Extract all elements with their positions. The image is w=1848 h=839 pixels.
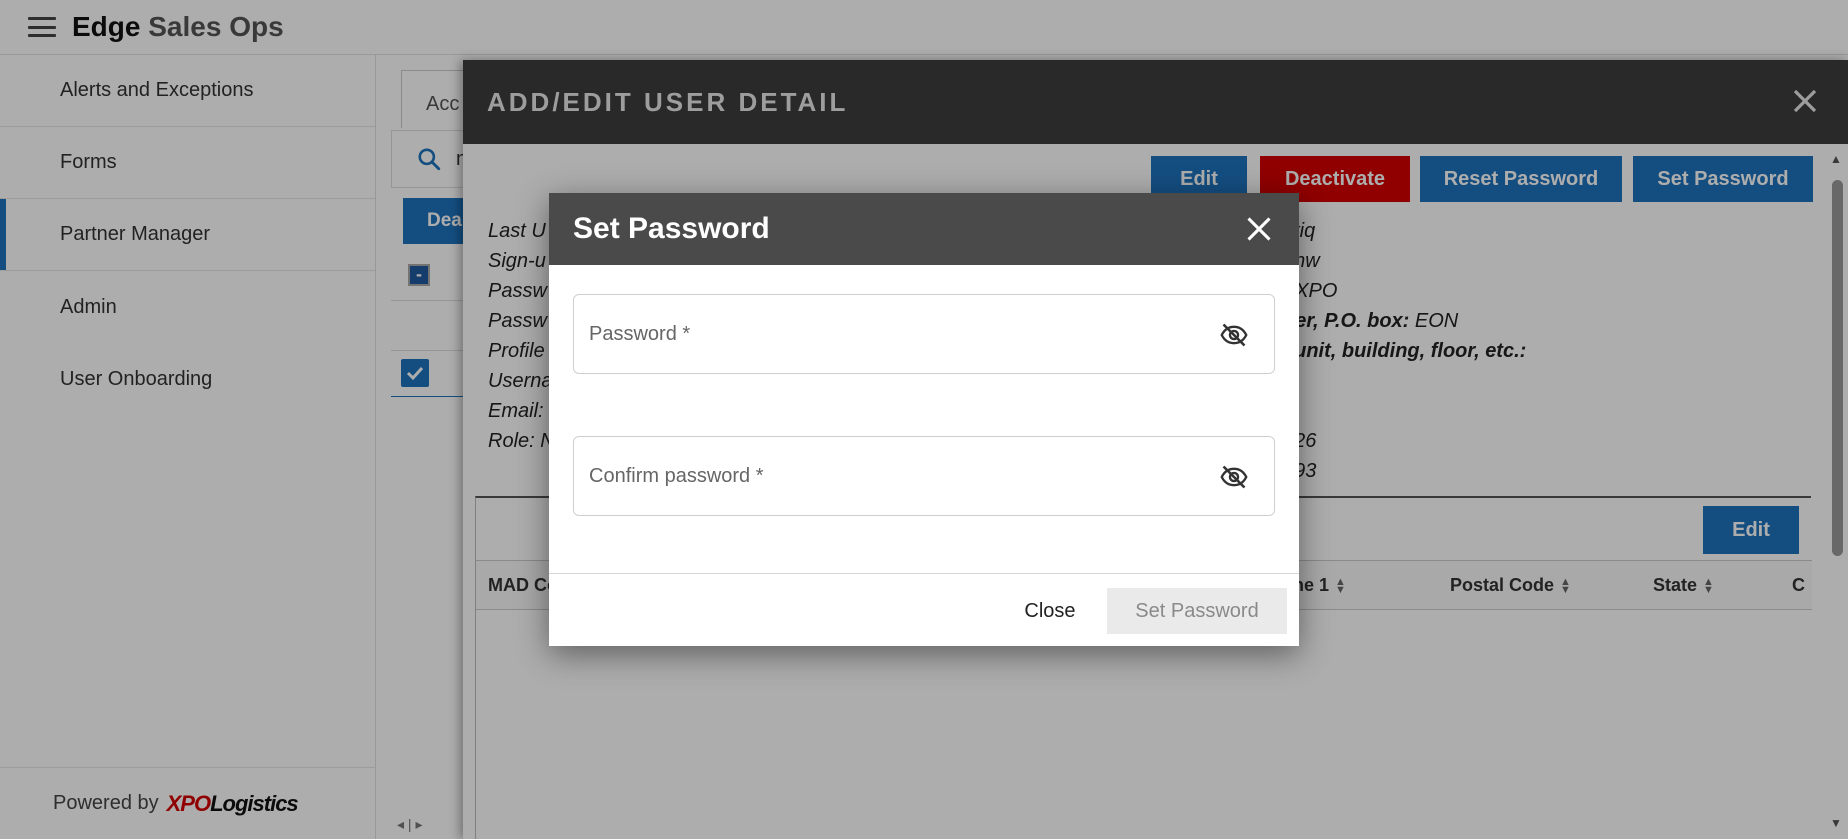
- eye-off-icon[interactable]: [1218, 463, 1250, 491]
- dialog-title: Set Password: [573, 212, 770, 245]
- eye-off-icon[interactable]: [1218, 321, 1250, 349]
- dialog-header: Set Password: [549, 193, 1299, 265]
- confirm-password-input[interactable]: [589, 437, 1209, 515]
- set-password-dialog: Set Password Close Set Password: [549, 193, 1299, 646]
- password-input[interactable]: [589, 295, 1209, 373]
- close-icon[interactable]: [1245, 215, 1273, 243]
- dialog-footer: Close Set Password: [549, 573, 1299, 646]
- password-field: [573, 294, 1275, 374]
- confirm-password-field: [573, 436, 1275, 516]
- set-password-submit-button[interactable]: Set Password: [1107, 588, 1287, 634]
- close-button[interactable]: Close: [1005, 588, 1095, 634]
